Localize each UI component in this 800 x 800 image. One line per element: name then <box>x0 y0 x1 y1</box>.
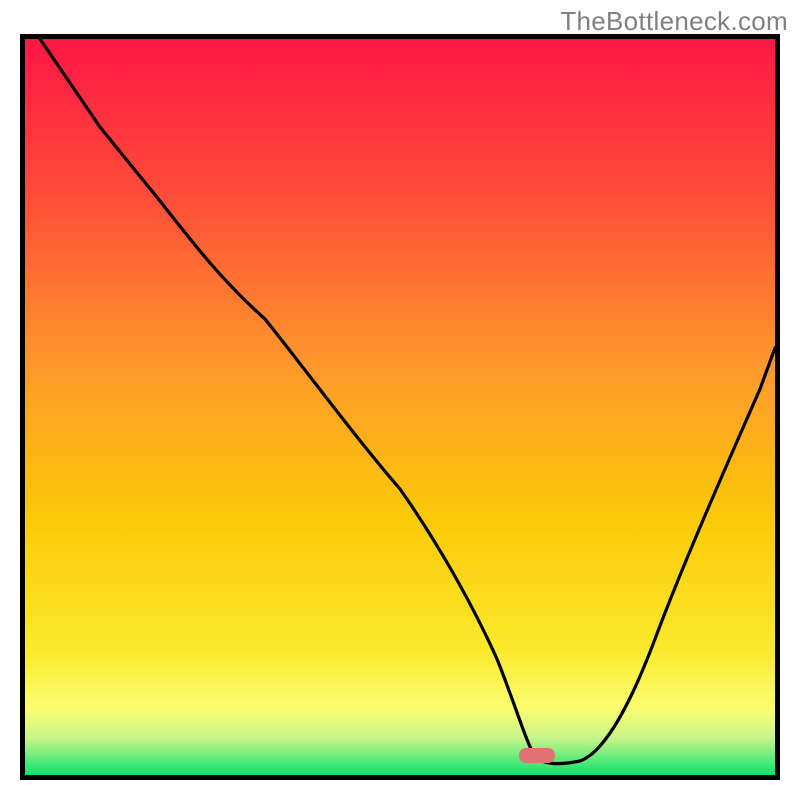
optimum-marker <box>519 748 555 763</box>
gradient-rect <box>25 39 775 775</box>
watermark-text: TheBottleneck.com <box>560 6 788 37</box>
chart-background-gradient <box>25 39 775 775</box>
chart-plot-area <box>20 34 780 780</box>
